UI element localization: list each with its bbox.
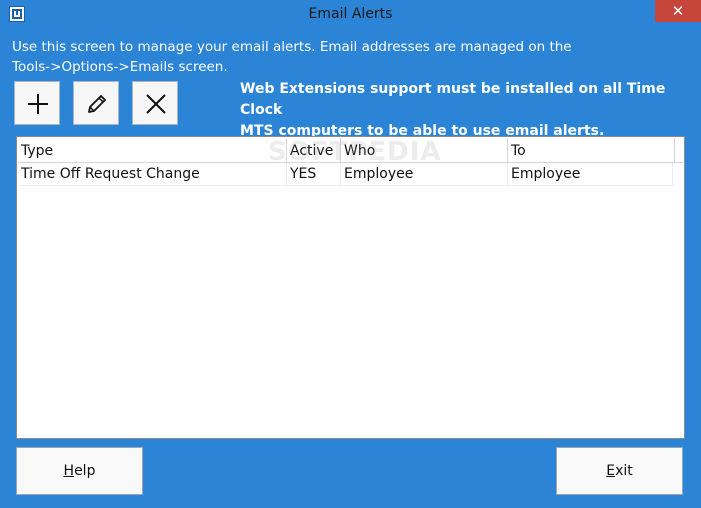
column-header-to[interactable]: To	[508, 138, 675, 162]
exit-label: xit	[615, 463, 633, 479]
exit-button[interactable]: Exit	[556, 447, 683, 495]
edit-alert-button[interactable]	[73, 81, 119, 125]
help-button[interactable]: Help	[16, 447, 143, 495]
description-line-1: Use this screen to manage your email ale…	[12, 39, 572, 55]
close-button[interactable]: ✕	[655, 0, 701, 22]
watermark: SOFTPEDIA	[268, 137, 442, 167]
web-extensions-notice: Web Extensions support must be installed…	[240, 79, 670, 142]
pencil-icon	[88, 95, 106, 113]
help-mnemonic: H	[63, 463, 75, 479]
x-icon	[146, 94, 166, 114]
exit-mnemonic: E	[606, 463, 616, 479]
delete-alert-button[interactable]	[132, 81, 178, 125]
title-bar[interactable]: Email Alerts ✕	[0, 0, 701, 30]
plus-icon	[28, 94, 48, 114]
cell-to: Employee	[508, 163, 673, 185]
notice-line-1: Web Extensions support must be installed…	[240, 81, 666, 118]
help-label: elp	[74, 463, 96, 479]
window-title: Email Alerts	[308, 6, 393, 22]
column-header-type[interactable]: Type	[18, 138, 287, 162]
alerts-list[interactable]: Type Active Who To Time Off Request Chan…	[16, 136, 685, 439]
description-text: Use this screen to manage your email ale…	[12, 37, 592, 77]
description-line-2: Tools->Options->Emails screen.	[12, 59, 228, 75]
cell-type: Time Off Request Change	[18, 163, 287, 185]
add-alert-button[interactable]	[14, 81, 60, 125]
email-alerts-window: Email Alerts ✕ Use this screen to manage…	[0, 0, 701, 508]
close-icon: ✕	[671, 2, 685, 20]
